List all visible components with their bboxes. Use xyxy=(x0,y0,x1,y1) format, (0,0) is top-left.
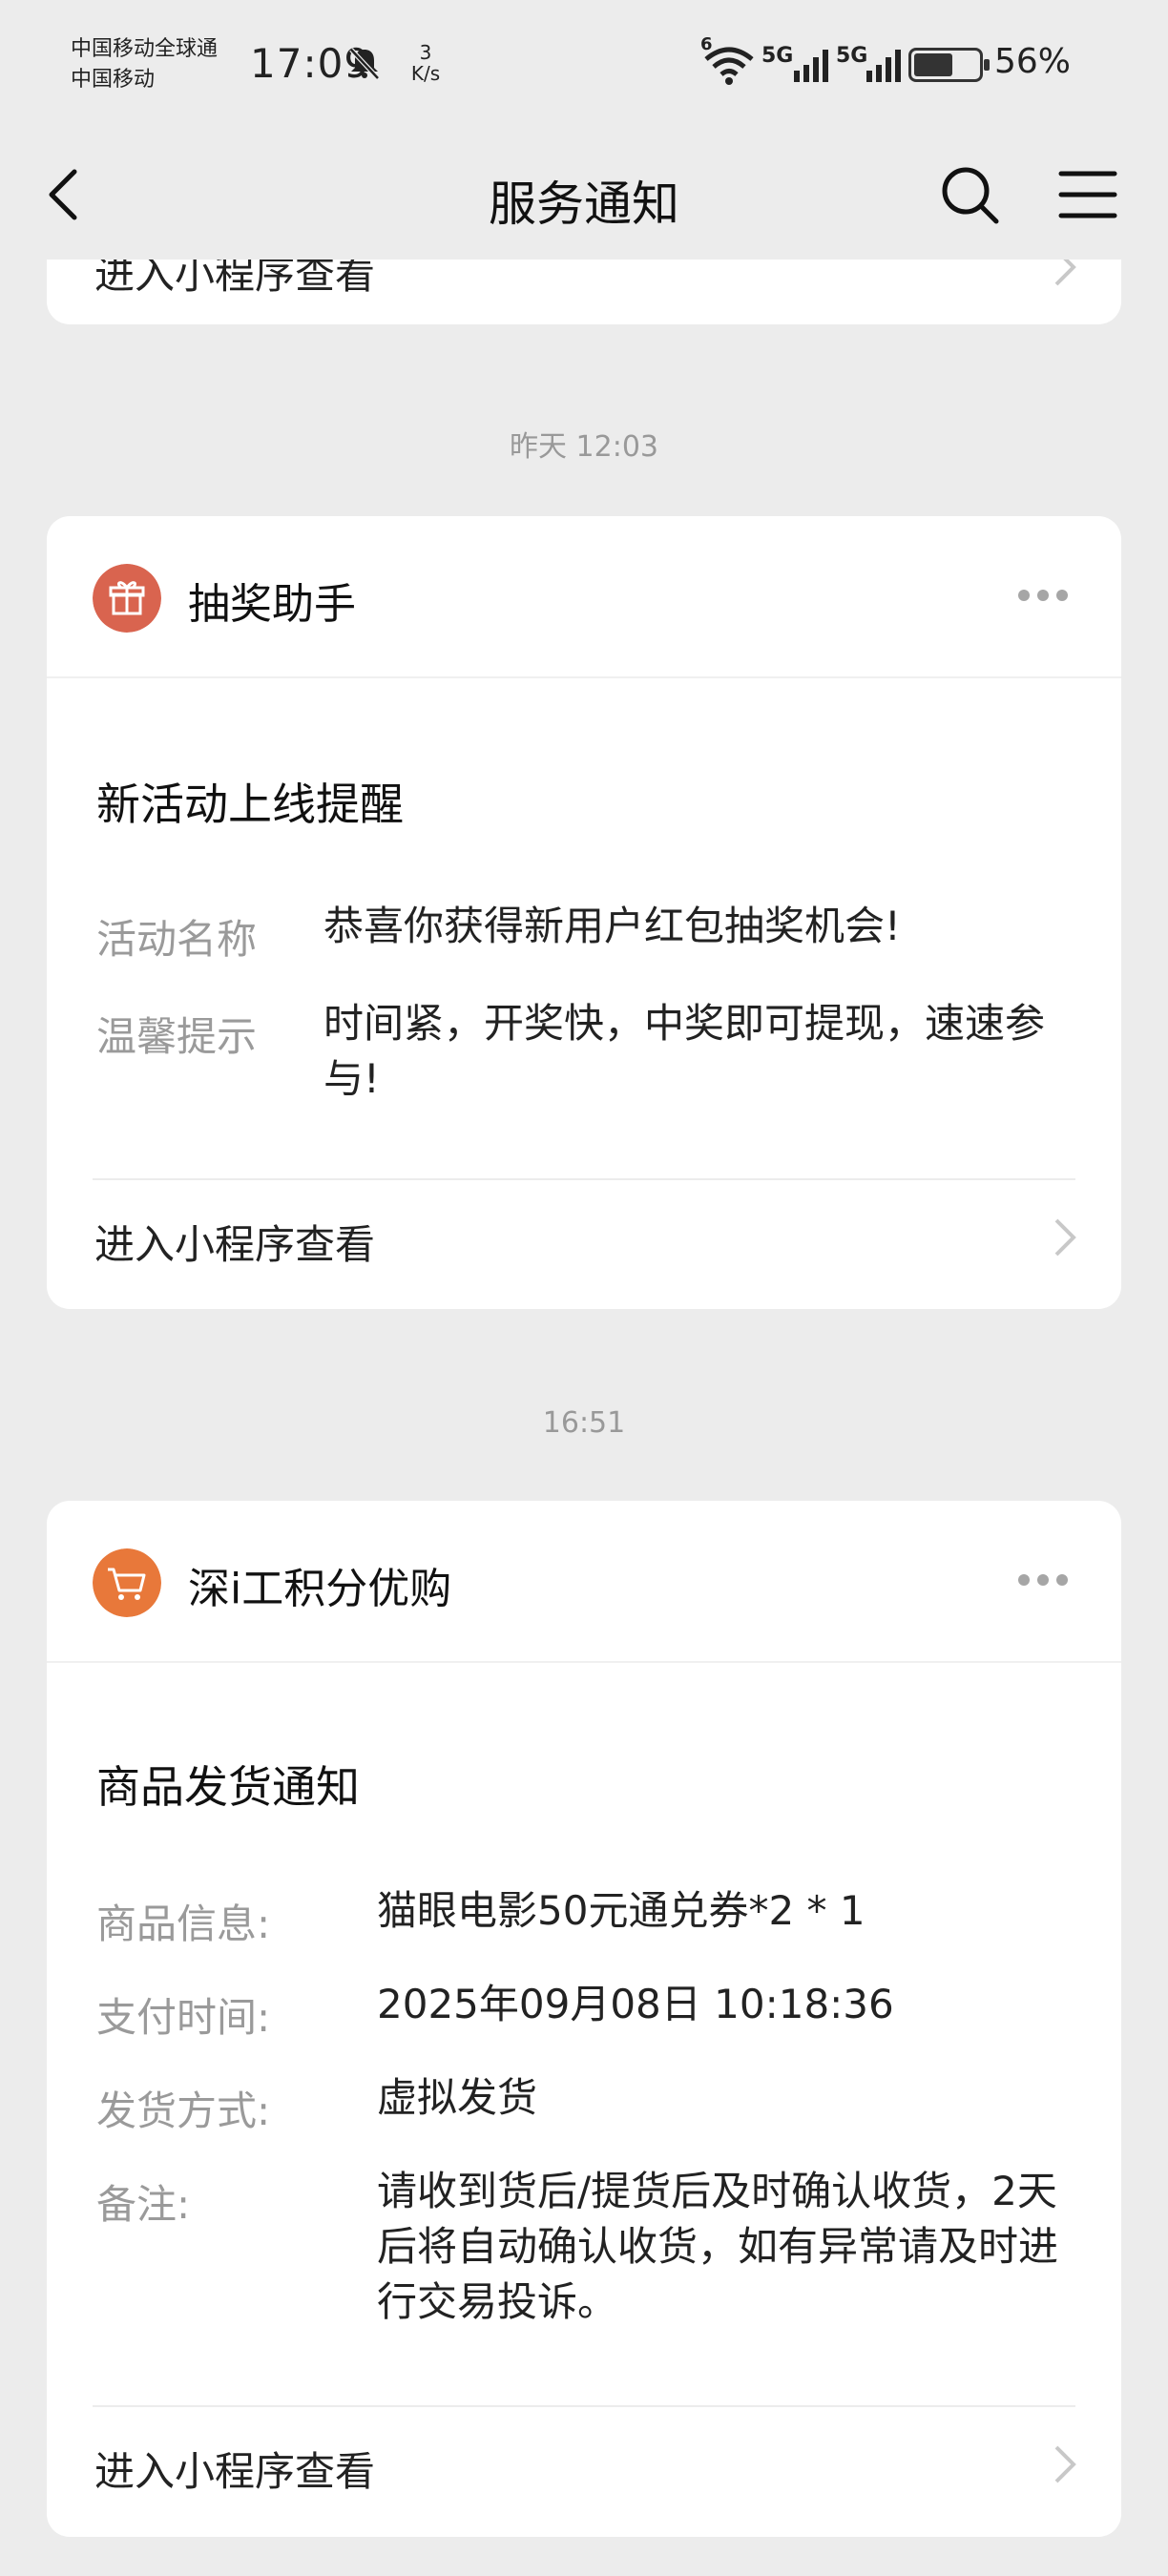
sim2-signal-icon xyxy=(866,50,901,82)
open-miniprogram-label: 进入小程序查看 xyxy=(94,1221,376,1268)
sim2-network-label: 5G xyxy=(836,44,868,68)
navigation-bar: 服务通知 xyxy=(0,134,1168,260)
field-label-delivery: 发货方式: xyxy=(96,2088,271,2134)
more-options-icon[interactable] xyxy=(1018,1571,1075,1592)
field-value-tip: 时间紧，开奖快，中奖即可提现，速速参与! xyxy=(323,1000,1046,1102)
carrier-line-2: 中国移动 xyxy=(71,68,156,92)
gift-icon[interactable] xyxy=(93,564,161,633)
field-label-pay-time: 支付时间: xyxy=(96,1994,271,2041)
field-value-pay-time: 2025年09月08日 10:18:36 xyxy=(377,1981,894,2027)
field-value-product: 猫眼电影50元通兑券*2 * 1 xyxy=(377,1887,866,1934)
chevron-right-icon xyxy=(1054,1218,1076,1257)
more-options-icon[interactable] xyxy=(1018,587,1075,608)
field-label-remark: 备注: xyxy=(96,2181,191,2228)
open-miniprogram-row[interactable]: 进入小程序查看 xyxy=(47,2407,1121,2522)
field-label-activity-name: 活动名称 xyxy=(96,916,258,963)
message-card: 深i工积分优购 商品发货通知 商品信息: 猫眼电影50元通兑券*2 * 1 支付… xyxy=(47,1501,1121,2537)
battery-percent: 56% xyxy=(994,42,1072,81)
card-header: 深i工积分优购 xyxy=(47,1501,1121,1663)
battery-icon xyxy=(908,48,990,82)
app-name[interactable]: 抽奖助手 xyxy=(188,570,356,631)
message-title: 新活动上线提醒 xyxy=(96,779,404,830)
bell-muted-icon xyxy=(349,48,380,80)
wifi-standard-label: 6 xyxy=(700,34,713,54)
net-speed-unit: K/s xyxy=(410,62,441,85)
open-miniprogram-label: 进入小程序查看 xyxy=(94,2448,376,2495)
message-card: 抽奖助手 新活动上线提醒 活动名称 恭喜你获得新用户红包抽奖机会! 温馨提示 时… xyxy=(47,516,1121,1309)
signal-area: 6 5G 5G 56% xyxy=(700,34,1101,90)
status-bar: 中国移动全球通 中国移动 17:09 3 K/s 6 5G 5G 56% xyxy=(0,0,1168,134)
sim1-network-label: 5G xyxy=(761,44,794,68)
message-timestamp: 16:51 xyxy=(542,1406,626,1440)
field-label-product: 商品信息: xyxy=(96,1901,271,1947)
shopping-cart-icon[interactable] xyxy=(93,1548,161,1617)
search-icon[interactable] xyxy=(937,162,1002,227)
app-name[interactable]: 深i工积分优购 xyxy=(188,1554,451,1615)
open-miniprogram-row[interactable]: 进入小程序查看 xyxy=(47,1180,1121,1295)
message-title: 商品发货通知 xyxy=(96,1761,360,1813)
field-label-tip: 温馨提示 xyxy=(96,1013,258,1060)
chevron-right-icon xyxy=(1054,2445,1076,2483)
net-speed-value: 3 xyxy=(419,41,432,64)
carrier-line-1: 中国移动全球通 xyxy=(71,37,219,61)
net-speed: 3 K/s xyxy=(405,42,447,84)
message-timestamp: 昨天 12:03 xyxy=(510,430,658,464)
carrier-info: 中国移动全球通 中国移动 xyxy=(71,34,218,95)
field-value-remark: 请收到货后/提货后及时确认收货，2天后将自动确认收货，如有异常请及时进行交易投诉… xyxy=(377,2168,1059,2325)
field-value-delivery: 虚拟发货 xyxy=(377,2074,538,2121)
sim1-signal-icon xyxy=(794,50,828,82)
card-header: 抽奖助手 xyxy=(47,516,1121,678)
field-value-activity-name: 恭喜你获得新用户红包抽奖机会! xyxy=(323,903,901,949)
menu-icon[interactable] xyxy=(1055,162,1120,227)
